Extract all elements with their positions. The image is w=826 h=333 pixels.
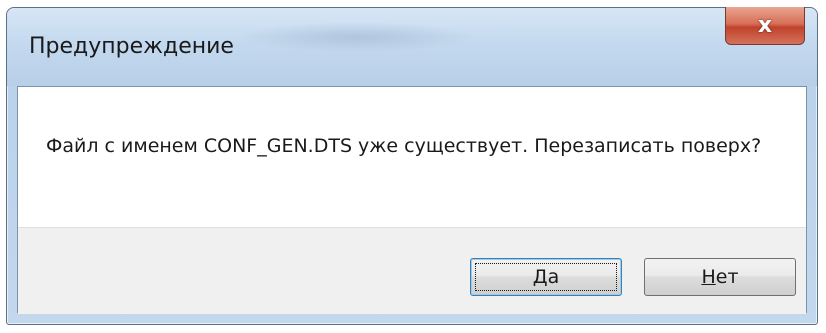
yes-label-rest: а — [547, 266, 560, 288]
dialog-window: Предупреждение x Файл с именем CONF_GEN.… — [6, 7, 818, 325]
yes-accelerator: Д — [532, 266, 548, 288]
close-icon: x — [757, 12, 773, 38]
no-accelerator: Н — [701, 266, 716, 288]
no-label-rest: ет — [715, 266, 739, 288]
close-button[interactable]: x — [725, 7, 805, 45]
button-bar: Да Нет — [18, 227, 806, 314]
yes-button-label: Да — [533, 266, 560, 288]
dialog-client-area: Файл с именем CONF_GEN.DTS уже существуе… — [17, 86, 807, 314]
no-button-label: Нет — [701, 266, 738, 288]
title-bar[interactable]: Предупреждение x — [7, 7, 817, 86]
title-bar-glow — [237, 22, 477, 52]
dialog-message: Файл с именем CONF_GEN.DTS уже существуе… — [46, 135, 762, 157]
window-title: Предупреждение — [29, 34, 234, 59]
no-button[interactable]: Нет — [644, 258, 796, 296]
yes-button[interactable]: Да — [470, 258, 622, 296]
